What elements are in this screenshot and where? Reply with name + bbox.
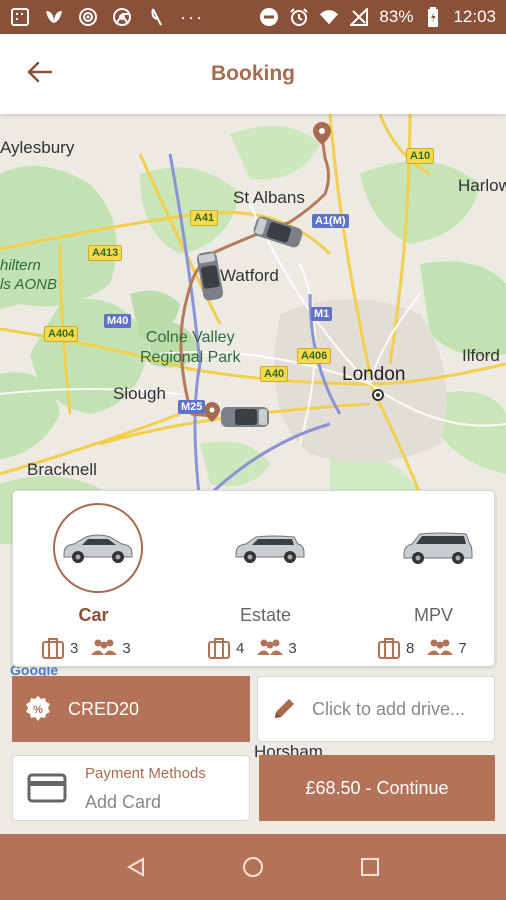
page-title: Booking (211, 62, 295, 85)
vehicle-option-car[interactable]: Car 3 3 (13, 491, 174, 668)
vehicle-name: Car (78, 605, 109, 625)
moon-icon (146, 7, 166, 27)
promo-code-text: CRED20 (68, 698, 140, 719)
road-badge-a413: A413 (88, 245, 123, 261)
road-badge-a404: A404 (44, 326, 79, 342)
road-badge-a1m: A1(M) (312, 214, 349, 228)
credit-card-icon (27, 773, 67, 803)
map-label-aonb: hiltern ls AONB (0, 257, 57, 293)
map-label-st-albans: St Albans (233, 188, 305, 207)
nav-recents-button[interactable] (350, 847, 390, 887)
driver-note-field[interactable]: Click to add drive... (257, 676, 495, 742)
home-circle-icon (242, 857, 263, 877)
alarm-icon (289, 7, 309, 27)
saloon-car-icon (63, 534, 133, 563)
road-badge-a406: A406 (297, 348, 332, 364)
vehicle-option-mpv[interactable]: MPV 8 7 (353, 491, 506, 668)
vehicle-image-wrap (225, 503, 315, 593)
luggage-icon (42, 638, 64, 659)
map-label-colne-valley: Colne Valley Regional Park (140, 329, 241, 366)
road-badge-a40: A40 (260, 366, 289, 382)
road-badge-a41: A41 (190, 210, 219, 226)
payment-methods-label: Payment Methods (85, 765, 206, 782)
luggage-count: 3 (70, 639, 79, 657)
system-nav-bar (0, 834, 506, 900)
wifi-icon (319, 7, 339, 27)
discount-badge-icon: % (26, 696, 50, 721)
nav-home-button[interactable] (233, 847, 273, 887)
signal-icon (349, 7, 369, 27)
map-label-harlow: Harlow (458, 176, 506, 195)
road-badge-m25: M25 (178, 400, 206, 414)
back-triangle-icon (127, 857, 145, 877)
app-header: Booking (0, 34, 506, 114)
map-label-london: London (342, 364, 406, 385)
vehicle-capacity: 4 3 (207, 637, 310, 659)
road-badge-a10: A10 (406, 148, 435, 164)
map-label-ilford: Ilford (462, 346, 500, 365)
arrow-left-icon (27, 61, 53, 88)
mpv-van-icon (403, 532, 473, 564)
passengers-icon (91, 639, 118, 655)
promo-code-button[interactable]: % CRED20 (12, 676, 250, 742)
continue-button[interactable]: £68.50 - Continue (259, 755, 495, 821)
battery-icon (423, 7, 443, 27)
payment-method-selector[interactable]: Payment Methods Add Card (12, 755, 250, 821)
map-label-aylesbury: Aylesbury (0, 138, 75, 157)
leaf-icon (44, 7, 64, 27)
passengers-icon (427, 639, 454, 655)
vehicle-option-estate[interactable]: Estate 4 3 (185, 491, 346, 668)
passengers-icon (257, 639, 284, 655)
do-not-disturb-icon (259, 7, 279, 27)
recents-square-icon (360, 858, 379, 876)
vehicle-name: MPV (413, 605, 453, 625)
nav-back-button[interactable] (116, 847, 156, 887)
vehicle-selector: Car 3 3 Estate 4 3 MPV 8 7 (12, 490, 495, 667)
vehicle-image-wrap (53, 503, 143, 593)
status-bar: ··· 83% 12:03 (0, 0, 506, 34)
payment-methods-value: Add Card (85, 792, 162, 812)
driver-note-placeholder: Click to add drive... (312, 698, 466, 719)
estate-car-icon (235, 535, 305, 563)
luggage-icon (378, 638, 400, 659)
vehicle-capacity: 8 7 (377, 637, 480, 659)
vehicle-capacity: 3 3 (41, 637, 144, 659)
road-badge-m40: M40 (104, 314, 132, 328)
vehicle-image-wrap (393, 503, 483, 593)
back-button[interactable] (22, 58, 58, 90)
svg-text:%: % (33, 704, 43, 716)
more-dots-icon: ··· (180, 6, 204, 27)
map-label-watford: Watford (220, 266, 279, 285)
target-icon (78, 7, 98, 27)
passenger-count: 3 (122, 639, 131, 657)
screenshot-icon (10, 7, 30, 27)
battery-percent: 83% (379, 7, 414, 26)
road-badge-m1: M1 (311, 307, 333, 321)
map-label-bracknell: Bracknell (27, 460, 97, 479)
clock-time: 12:03 (453, 7, 496, 26)
map-label-slough: Slough (113, 384, 166, 403)
pencil-icon (275, 699, 294, 718)
passenger-count: 7 (458, 639, 467, 657)
luggage-icon (208, 638, 230, 659)
passenger-count: 3 (288, 639, 297, 657)
luggage-count: 8 (406, 639, 415, 657)
chrome-icon (112, 7, 132, 27)
luggage-count: 4 (236, 639, 245, 657)
vehicle-name: Estate (239, 605, 292, 625)
